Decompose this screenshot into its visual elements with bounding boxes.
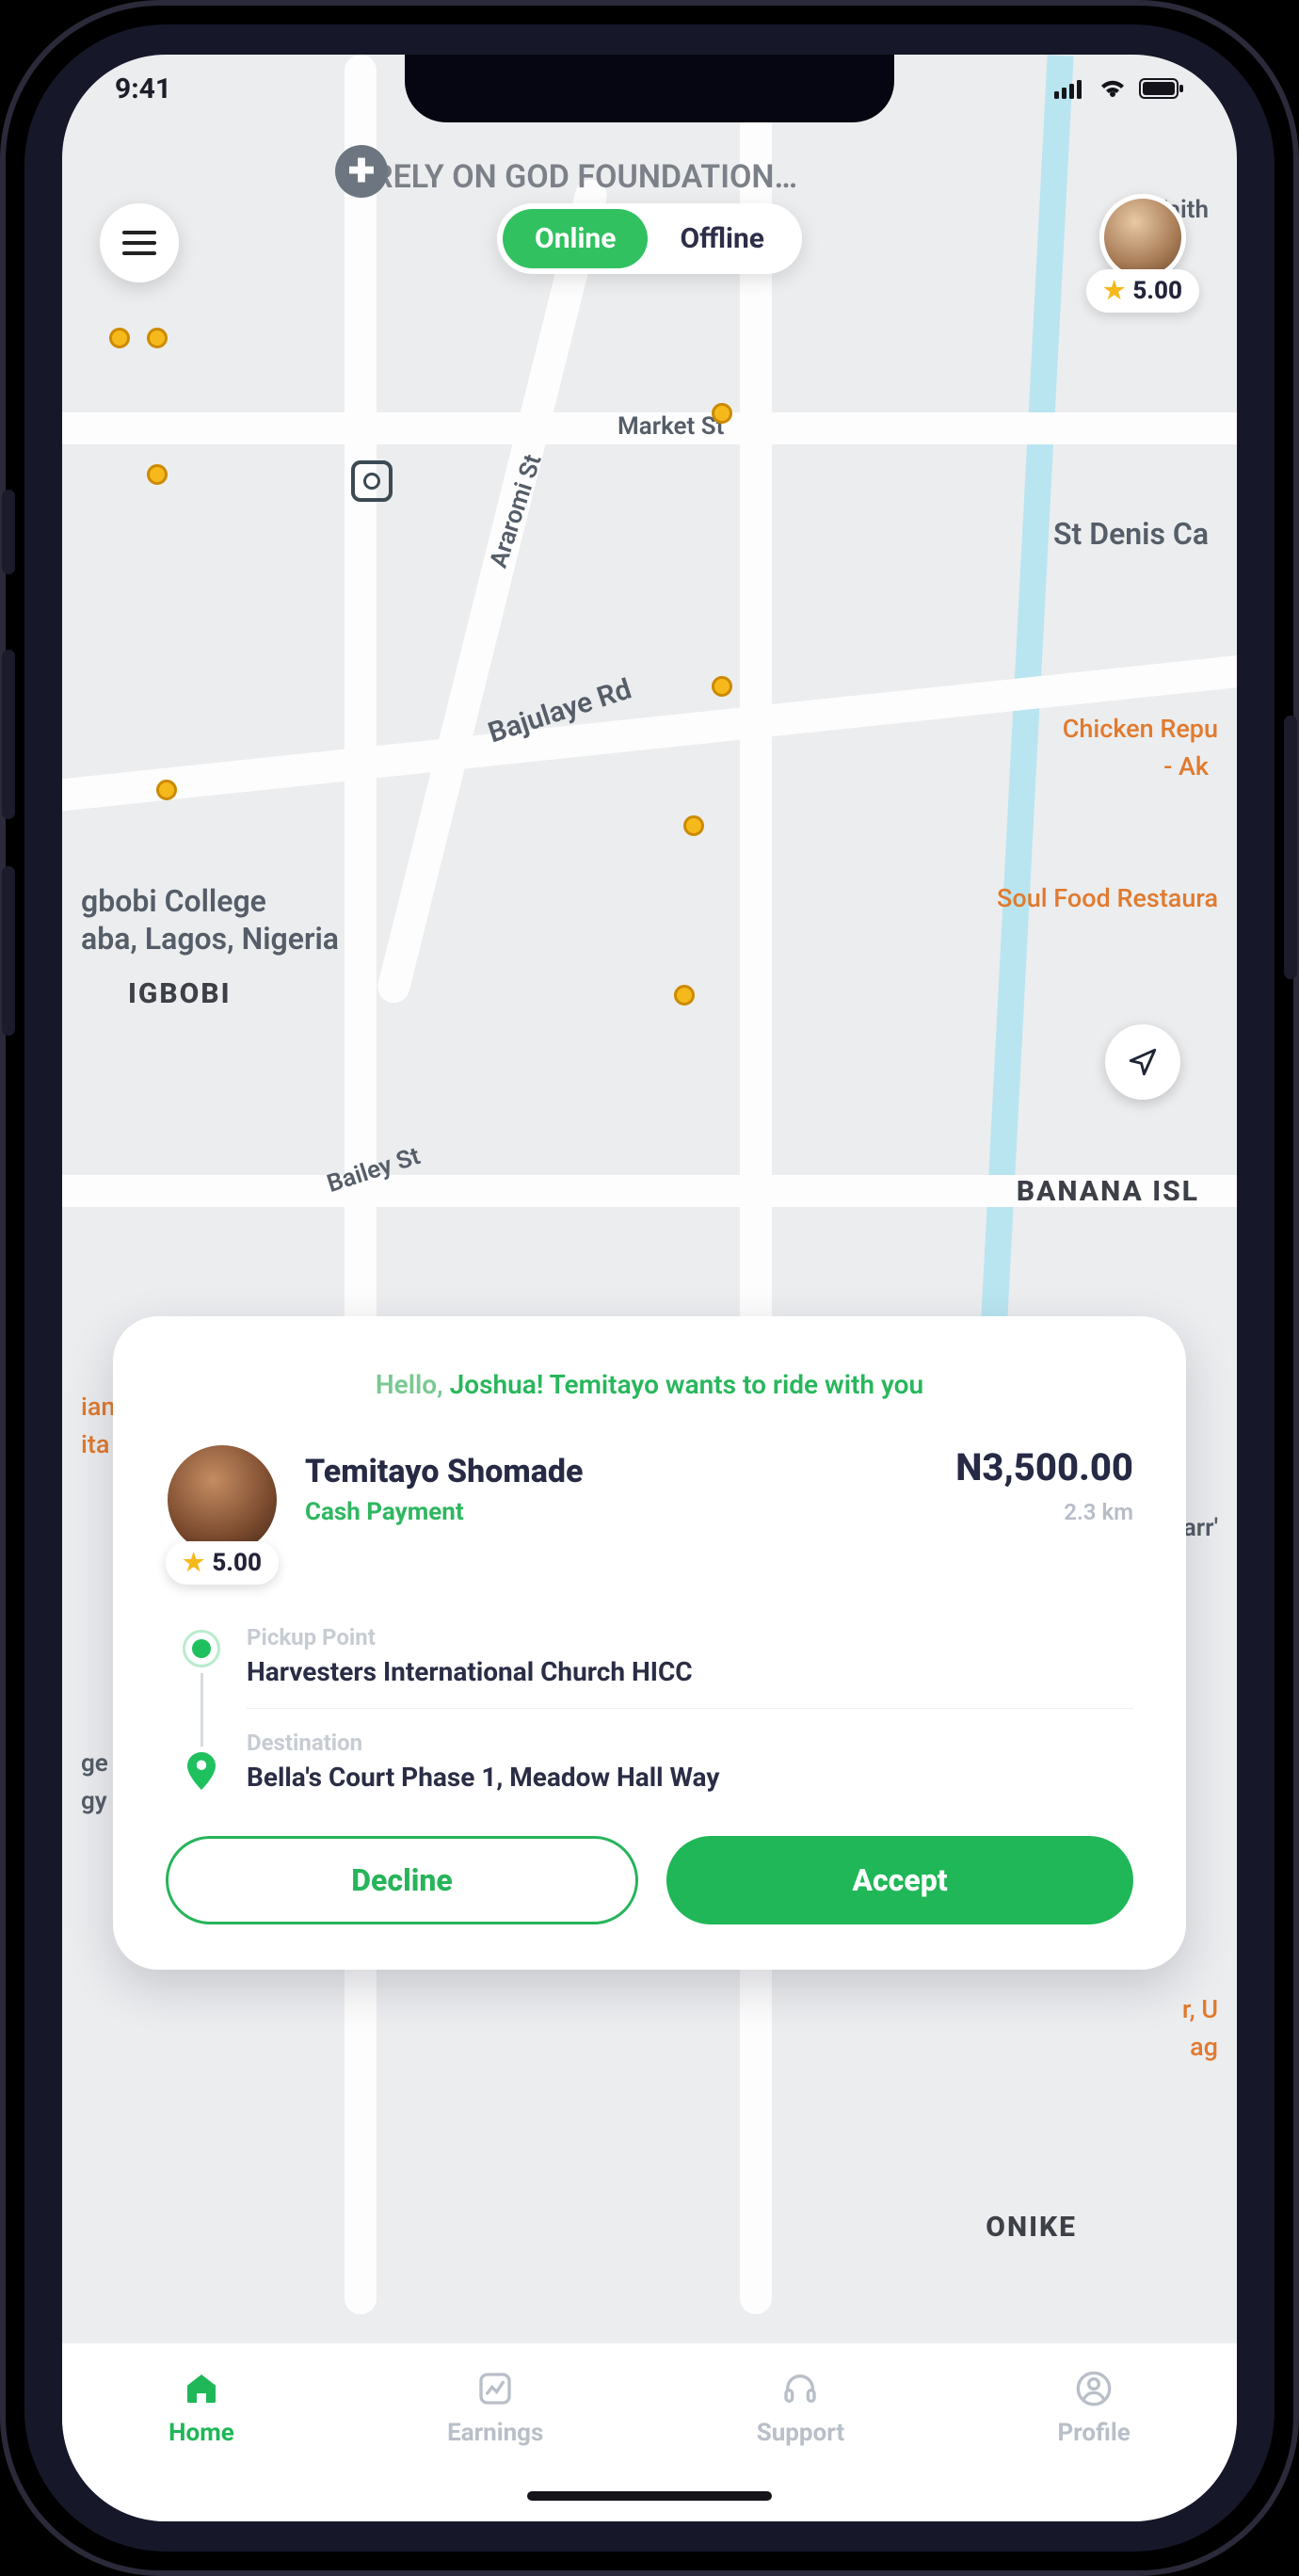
destination-label: Destination — [247, 1730, 1133, 1756]
home-indicator — [527, 2491, 772, 2501]
star-icon: ★ — [183, 1549, 204, 1577]
tab-support[interactable]: Support — [757, 2368, 844, 2447]
rider-avatar — [168, 1445, 277, 1554]
recenter-button[interactable] — [1105, 1024, 1180, 1100]
tab-profile[interactable]: Profile — [1057, 2368, 1130, 2447]
map-poi-chicken: Chicken Repu — [1063, 714, 1218, 744]
profile-icon — [1073, 2368, 1115, 2409]
tab-label: Earnings — [447, 2419, 543, 2447]
route-section: Pickup Point Harvesters International Ch… — [183, 1624, 1133, 1793]
route-connector — [200, 1673, 203, 1747]
home-icon — [181, 2368, 222, 2409]
map-poi: RELY ON GOD FOUNDATION… — [373, 158, 797, 196]
wifi-icon — [1098, 78, 1128, 99]
star-icon: ★ — [1103, 277, 1125, 305]
pickup-label: Pickup Point — [247, 1624, 1133, 1650]
tab-bar: Home Earnings Support Profile — [62, 2343, 1237, 2521]
trip-distance: 2.3 km — [955, 1499, 1133, 1525]
map-area-banana: BANANA ISL — [1017, 1175, 1199, 1208]
tab-earnings[interactable]: Earnings — [447, 2368, 543, 2447]
rider-rating-pill: ★ 5.00 — [166, 1541, 279, 1585]
status-right — [1054, 78, 1184, 99]
driver-rating-value: 5.00 — [1132, 277, 1182, 305]
map-label-college1: gbobi College — [81, 883, 266, 919]
payment-method: Cash Payment — [305, 1498, 929, 1526]
toggle-online[interactable]: Online — [503, 209, 648, 268]
tab-label: Profile — [1057, 2419, 1130, 2447]
tab-label: Support — [757, 2419, 844, 2447]
tab-home[interactable]: Home — [168, 2368, 234, 2447]
fare-amount: N3,500.00 — [955, 1445, 1133, 1489]
menu-button[interactable] — [100, 203, 179, 282]
destination-pin-icon — [187, 1752, 216, 1790]
hamburger-icon — [122, 241, 156, 245]
map-poi-soul: Soul Food Restaura — [997, 883, 1218, 913]
decline-button[interactable]: Decline — [166, 1836, 638, 1924]
pickup-dot-icon — [183, 1630, 220, 1667]
rider-rating-value: 5.00 — [212, 1549, 262, 1577]
map-label-stdenis: St Denis Ca — [1053, 516, 1209, 552]
map-label-college2: aba, Lagos, Nigeria — [81, 921, 339, 957]
map-label-ge: ge — [81, 1749, 108, 1778]
metro-icon — [351, 460, 393, 502]
tab-label: Home — [168, 2419, 234, 2447]
accept-button[interactable]: Accept — [666, 1836, 1133, 1924]
map-label-gy: gy — [81, 1787, 107, 1815]
location-arrow-icon — [1127, 1046, 1159, 1078]
driver-avatar[interactable]: ★ 5.00 — [1086, 194, 1199, 313]
rider-name: Temitayo Shomade — [305, 1453, 929, 1490]
chart-icon — [474, 2368, 516, 2409]
status-time: 9:41 — [115, 72, 171, 105]
toggle-offline[interactable]: Offline — [648, 209, 796, 268]
map[interactable]: RELY ON GOD FOUNDATION… Faith Market St … — [62, 55, 1237, 2521]
map-label-araromi: Araromi St — [485, 451, 548, 572]
map-poi-ian: ian — [81, 1392, 115, 1422]
greeting-text: Hello, Joshua! Temitayo wants to ride wi… — [166, 1369, 1133, 1400]
map-poi-ru: r, U — [1182, 1994, 1218, 2024]
signal-icon — [1054, 78, 1086, 99]
ride-request-card: Hello, Joshua! Temitayo wants to ride wi… — [113, 1316, 1186, 1970]
map-poi-ag: ag — [1190, 2032, 1218, 2062]
map-area-igbobi: IGBOBI — [128, 977, 232, 1010]
battery-icon — [1139, 78, 1184, 99]
status-toggle[interactable]: Online Offline — [497, 203, 802, 274]
map-label-market: Market St — [617, 412, 724, 441]
map-label-arr: arr' — [1183, 1514, 1218, 1542]
map-poi-ita: ita — [81, 1429, 109, 1459]
church-marker-icon: ✚ — [335, 145, 388, 198]
map-poi-chicken2: - Ak — [1163, 751, 1209, 781]
driver-rating-pill: ★ 5.00 — [1086, 269, 1199, 313]
avatar-image — [1099, 194, 1186, 281]
pickup-value: Harvesters International Church HICC — [247, 1656, 1133, 1687]
headphones-icon — [779, 2368, 821, 2409]
destination-value: Bella's Court Phase 1, Meadow Hall Way — [247, 1762, 1133, 1793]
map-area-onike: ONIKE — [986, 2211, 1077, 2244]
